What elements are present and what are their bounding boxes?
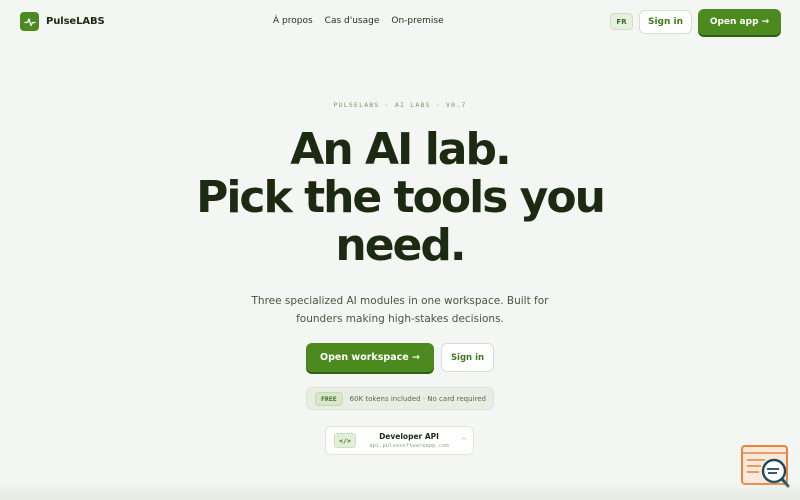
- language-toggle[interactable]: FR: [610, 13, 633, 30]
- developer-api-texts: Developer API api.pulsesoftwareapp.com: [363, 432, 455, 449]
- developer-api-url: api.pulsesoftwareapp.com: [369, 443, 449, 449]
- subtitle-line: Three specialized AI modules in one work…: [251, 295, 549, 307]
- code-icon: </>: [334, 433, 356, 448]
- developer-api-card[interactable]: </> Developer API api.pulsesoftwareapp.c…: [325, 426, 474, 455]
- pulse-icon: [20, 12, 39, 31]
- free-tier-notice: FREE 60K tokens included · No card requi…: [306, 387, 494, 410]
- bottom-fade: [0, 480, 800, 500]
- open-app-button[interactable]: Open app →: [698, 9, 781, 35]
- nav-links: À propos Cas d'usage On-premise: [273, 16, 444, 26]
- brand[interactable]: PulseLABS: [20, 12, 105, 31]
- open-workspace-button[interactable]: Open workspace →: [306, 343, 434, 372]
- nav-link-a-propos[interactable]: À propos: [273, 16, 313, 26]
- headline-line: need.: [335, 220, 466, 271]
- free-tier-text: 60K tokens included · No card required: [349, 394, 486, 403]
- subtitle-line: founders making high-stakes decisions.: [296, 313, 504, 325]
- developer-api-title: Developer API: [379, 432, 439, 441]
- hero-headline: An AI lab. Pick the tools you need.: [150, 126, 650, 270]
- nav-link-on-premise[interactable]: On-premise: [391, 16, 443, 26]
- nav-link-cas-d-usage[interactable]: Cas d'usage: [325, 16, 380, 26]
- headline-line: Pick the tools you: [196, 172, 606, 223]
- hero-signin-button[interactable]: Sign in: [441, 343, 494, 372]
- headline-line: An AI lab.: [290, 124, 511, 175]
- free-badge: FREE: [315, 391, 343, 406]
- eyebrow-tagline: PULSELABS · AI LABS · V0.7: [333, 101, 467, 109]
- chevron-up-icon: ^: [461, 436, 467, 445]
- signin-button[interactable]: Sign in: [639, 10, 692, 34]
- brand-name: PulseLABS: [46, 16, 105, 27]
- hero-subtitle: Three specialized AI modules in one work…: [240, 292, 560, 328]
- top-nav: PulseLABS À propos Cas d'usage On-premis…: [0, 0, 800, 44]
